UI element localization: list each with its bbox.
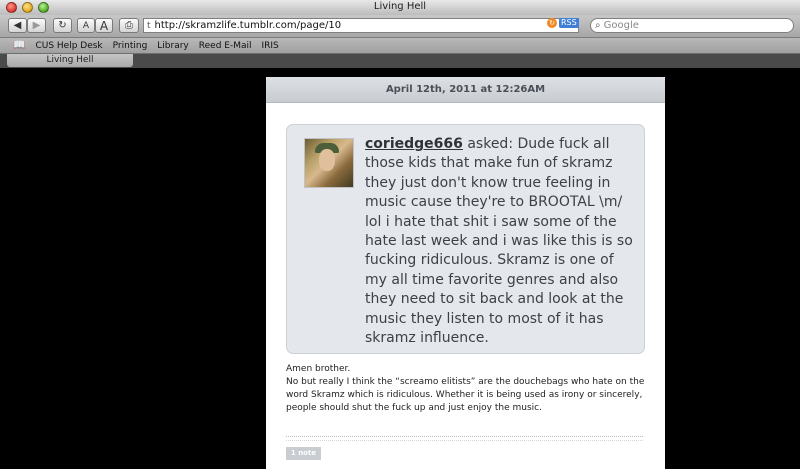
address-bar[interactable]: t http://skramzlife.tumblr.com/page/10 bbox=[143, 18, 579, 33]
browser-toolbar: ◀ ▶ ↻ A A ⎙ t http://skramzlife.tumblr.c… bbox=[0, 15, 800, 38]
rss-indicator[interactable]: ↻ RSS bbox=[547, 18, 579, 28]
search-icon: ⌕ bbox=[595, 20, 601, 31]
ask-bubble: coriedge666 asked: Dude fuck all those k… bbox=[286, 124, 645, 354]
answer-line-1: Amen brother. bbox=[286, 364, 351, 374]
question-body: Dude fuck all those kids that make fun o… bbox=[365, 136, 633, 347]
back-button[interactable]: ◀ bbox=[8, 18, 27, 33]
rss-badge: RSS bbox=[559, 18, 579, 28]
tab-living-hell[interactable]: Living Hell bbox=[7, 54, 133, 67]
bookmark-reed-email[interactable]: Reed E-Mail bbox=[199, 41, 252, 51]
answer-text: Amen brother. No but really I think the … bbox=[286, 363, 646, 415]
bookmarks-book-icon[interactable]: 📖 bbox=[13, 40, 25, 51]
text-bigger-label: A bbox=[99, 18, 109, 33]
reload-icon: ↻ bbox=[58, 20, 67, 31]
text-smaller-label: A bbox=[82, 20, 90, 31]
back-arrow-icon: ◀ bbox=[13, 20, 22, 31]
reload-button[interactable]: ↻ bbox=[53, 18, 72, 33]
notes-count-button[interactable]: 1 note bbox=[286, 447, 321, 460]
page-content: April 12th, 2011 at 12:26AM coriedge666 … bbox=[0, 69, 800, 469]
bookmark-iris[interactable]: IRIS bbox=[261, 41, 278, 51]
post-divider bbox=[286, 436, 643, 437]
asker-link[interactable]: coriedge666 bbox=[365, 136, 463, 152]
bookmark-cus-help-desk[interactable]: CUS Help Desk bbox=[35, 41, 102, 51]
bookmark-library[interactable]: Library bbox=[157, 41, 188, 51]
forward-arrow-icon: ▶ bbox=[32, 20, 41, 31]
text-smaller-button[interactable]: A bbox=[77, 18, 95, 33]
reload-orange-icon: ↻ bbox=[547, 18, 557, 28]
post-date[interactable]: April 12th, 2011 at 12:26AM bbox=[266, 77, 665, 103]
search-field[interactable]: ⌕ Google bbox=[590, 18, 794, 33]
tab-bar: Living Hell bbox=[0, 54, 800, 68]
post-divider-secondary bbox=[286, 440, 643, 441]
text-bigger-button[interactable]: A bbox=[95, 18, 113, 33]
asker-avatar[interactable] bbox=[304, 138, 354, 188]
printer-icon: ⎙ bbox=[125, 20, 133, 31]
window-titlebar: Living Hell bbox=[0, 0, 800, 16]
print-button[interactable]: ⎙ bbox=[119, 18, 139, 33]
address-url: http://skramzlife.tumblr.com/page/10 bbox=[154, 20, 342, 31]
search-placeholder: Google bbox=[603, 20, 639, 31]
bookmarks-bar: 📖 CUS Help Desk Printing Library Reed E-… bbox=[0, 38, 800, 54]
answer-line-2: No but really I think the “screamo eliti… bbox=[286, 377, 645, 413]
window-title: Living Hell bbox=[373, 1, 427, 12]
blog-post: April 12th, 2011 at 12:26AM coriedge666 … bbox=[266, 77, 665, 469]
forward-button[interactable]: ▶ bbox=[27, 18, 46, 33]
bookmark-printing[interactable]: Printing bbox=[113, 41, 148, 51]
site-favicon-icon: t bbox=[147, 20, 151, 31]
ask-question-text: coriedge666 asked: Dude fuck all those k… bbox=[365, 135, 635, 348]
asked-label: asked: bbox=[462, 136, 514, 152]
avatar-face-shape bbox=[319, 149, 335, 171]
